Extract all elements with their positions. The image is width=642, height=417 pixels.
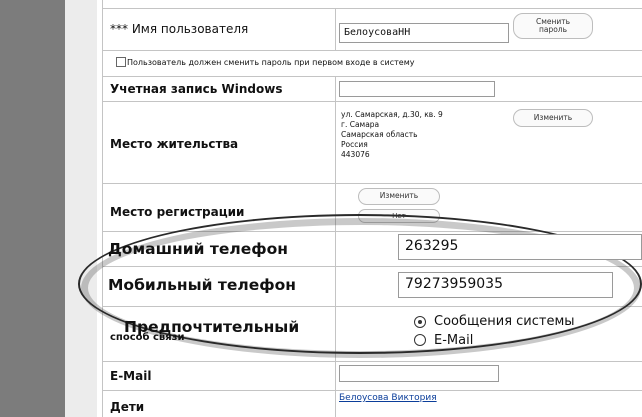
mobile-phone-label: Мобильный телефон	[108, 276, 296, 294]
registration-change-button[interactable]: Изменить	[358, 188, 440, 205]
radio-system-messages-label: Сообщения системы	[434, 314, 575, 329]
left-sidebar	[0, 0, 65, 417]
table-border	[102, 0, 103, 417]
row-divider	[102, 390, 642, 391]
radio-email-label: E-Mail	[434, 333, 474, 348]
email-input[interactable]	[339, 365, 499, 382]
row-divider	[102, 101, 642, 102]
residence-address-line: Самарская область	[341, 130, 418, 139]
radio-system-messages[interactable]	[414, 316, 426, 328]
registration-label: Место регистрации	[110, 205, 245, 219]
home-phone-input[interactable]: 263295	[398, 234, 642, 260]
change-password-button[interactable]: Сменить пароль	[513, 13, 593, 39]
row-divider	[102, 183, 642, 184]
residence-address-line: г. Самара	[341, 120, 380, 129]
radio-email[interactable]	[414, 334, 426, 346]
mobile-phone-input[interactable]: 79273959035	[398, 272, 613, 298]
residence-change-button[interactable]: Изменить	[513, 109, 593, 127]
must-change-password-label: Пользователь должен сменить пароль при п…	[127, 58, 415, 67]
residence-label: Место жительства	[110, 137, 239, 151]
row-divider	[102, 76, 642, 77]
must-change-password-checkbox[interactable]	[116, 57, 126, 67]
username-input[interactable]: БелоусоваНН	[339, 23, 509, 43]
row-divider	[102, 8, 642, 9]
email-label: E-Mail	[110, 369, 152, 383]
child-link[interactable]: Белоусова Виктория	[339, 393, 437, 403]
username-label: *** Имя пользователя	[110, 22, 249, 36]
residence-address-line: ул. Самарская, д.30, кв. 9	[341, 110, 443, 119]
page-margin	[65, 0, 97, 417]
windows-account-input[interactable]	[339, 81, 495, 97]
windows-account-label: Учетная запись Windows	[110, 82, 283, 96]
home-phone-label: Домашний телефон	[108, 240, 288, 258]
children-label: Дети	[110, 400, 145, 414]
row-divider	[102, 50, 642, 51]
row-divider	[102, 361, 642, 362]
column-divider	[335, 8, 336, 50]
preferred-method-sublabel: способ связи	[110, 332, 185, 343]
residence-address-line: 443076	[341, 150, 370, 159]
residence-address-line: Россия	[341, 140, 368, 149]
